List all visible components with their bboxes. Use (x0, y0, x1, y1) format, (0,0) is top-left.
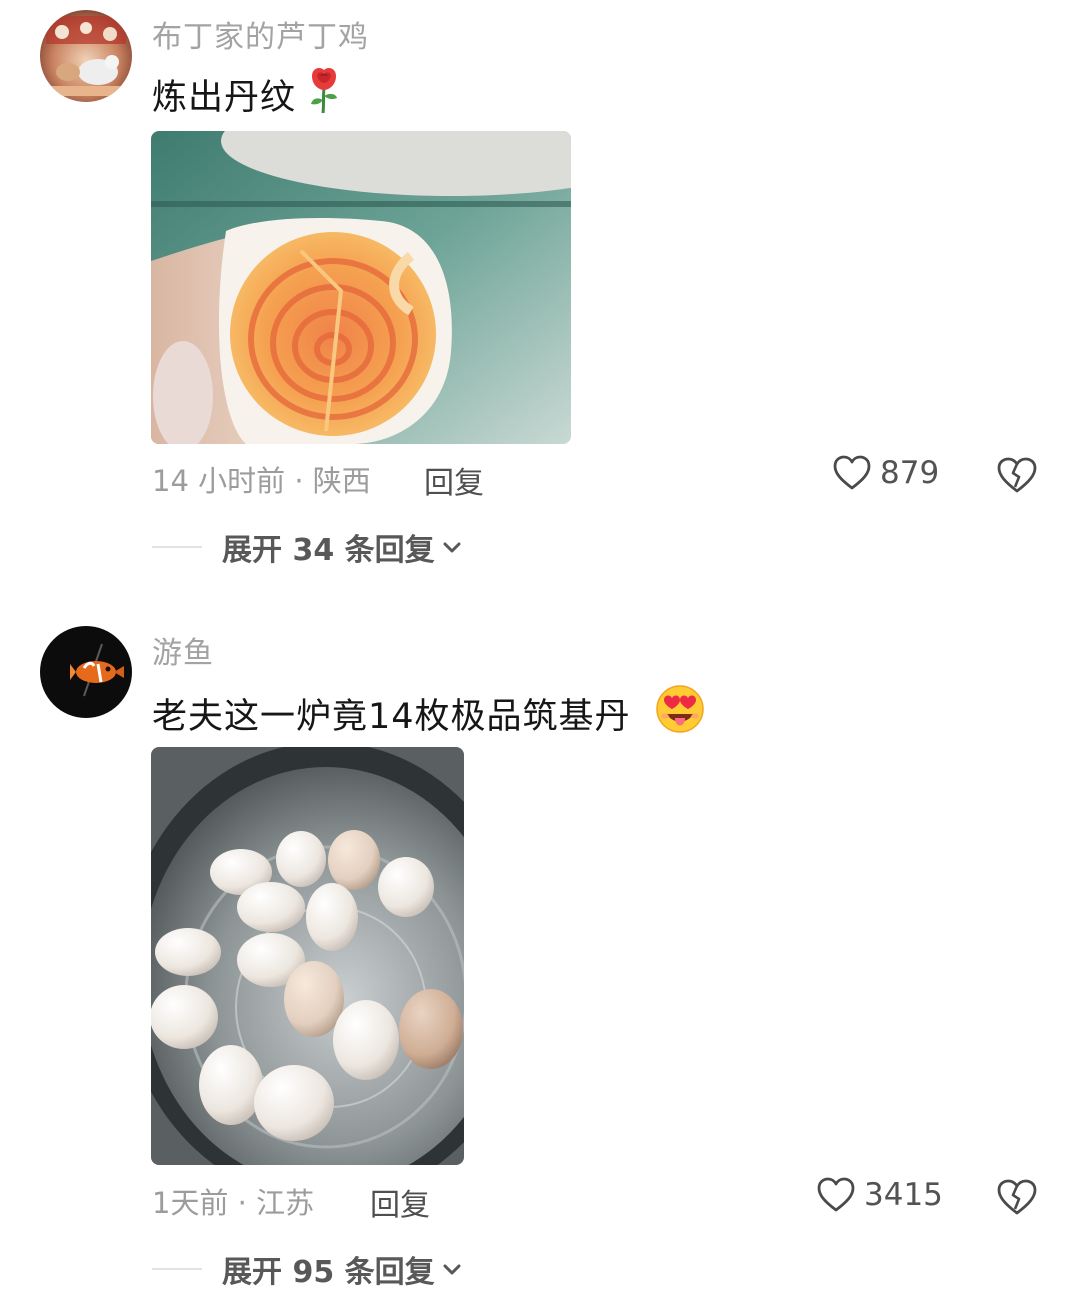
dislike-button[interactable] (996, 1177, 1038, 1219)
heart-eyes-icon (655, 684, 705, 743)
username[interactable]: 游鱼 (152, 628, 214, 672)
comment-image[interactable] (151, 747, 464, 1165)
comment-item: 游鱼 老夫这一炉竟14枚极品筑基丹 1天前 · 江苏 回复 3415 展开 95… (0, 0, 1080, 1305)
expand-replies[interactable]: 展开 95 条回复 (152, 1247, 463, 1291)
divider-line (152, 1268, 202, 1270)
broken-heart-icon (997, 1179, 1037, 1215)
avatar[interactable] (40, 626, 132, 718)
comment-meta: 1天前 · 江苏 (152, 1186, 315, 1220)
like-button[interactable]: 3415 (816, 1176, 943, 1214)
like-count: 3415 (864, 1177, 943, 1213)
comment-text-content: 老夫这一炉竟14枚极品筑基丹 (152, 697, 631, 737)
chevron-down-icon (443, 1264, 461, 1275)
expand-replies-label: 展开 95 条回复 (222, 1255, 435, 1290)
reply-button[interactable]: 回复 (370, 1180, 430, 1224)
comment-text: 老夫这一炉竟14枚极品筑基丹 (152, 684, 705, 743)
heart-icon (817, 1177, 855, 1212)
